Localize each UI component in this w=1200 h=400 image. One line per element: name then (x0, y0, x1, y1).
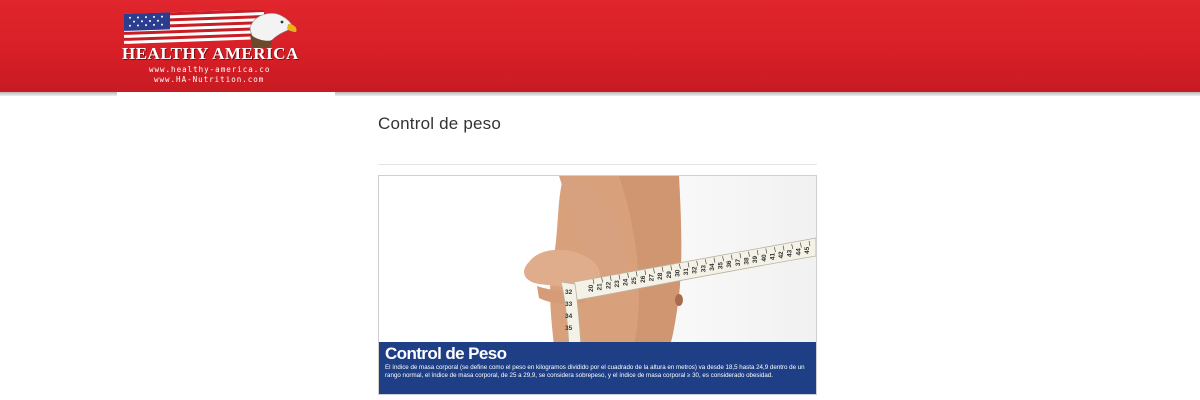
tape-number-24: 24 (623, 278, 630, 286)
tape-number-23: 23 (614, 280, 621, 288)
tape-number-35: 35 (718, 262, 725, 270)
site-header: HEALTHY AMERICA www.healthy-america.co w… (0, 0, 1200, 92)
header-gap (117, 92, 335, 96)
tape-measure-waist-image: 20 21 22 23 24 25 26 27 28 29 30 31 32 33 34 35 36 37 38 39… (524, 176, 816, 346)
tape-number-25: 25 (631, 277, 638, 285)
logo-url-secondary[interactable]: www.HA-Nutrition.com (154, 75, 314, 84)
tape-number-31: 31 (683, 268, 690, 276)
tape-number-37: 37 (735, 259, 742, 267)
tape-hanging-number: 32 (565, 289, 573, 296)
weight-control-banner: 20 21 22 23 24 25 26 27 28 29 30 31 32 33 34 35 36 37 38 39… (378, 175, 817, 395)
tape-number-33: 33 (700, 265, 707, 273)
tape-number-21: 21 (597, 283, 604, 291)
banner-description: El índice de masa corporal (se define co… (385, 364, 805, 380)
tape-number-36: 36 (726, 260, 733, 268)
tape-number-28: 28 (657, 272, 664, 280)
tape-number-39: 39 (752, 256, 759, 264)
tape-number-27: 27 (648, 274, 655, 282)
banner-title: Control de Peso (385, 344, 507, 363)
tape-hanging-number: 33 (565, 301, 573, 308)
tape-number-45: 45 (804, 246, 811, 254)
tape-hanging-number: 35 (565, 325, 573, 332)
tape-number-42: 42 (778, 251, 785, 259)
tape-number-30: 30 (674, 269, 681, 277)
tape-hanging-number: 34 (565, 313, 573, 320)
logo-url-primary[interactable]: www.healthy-america.co (149, 65, 309, 74)
tape-number-40: 40 (761, 254, 768, 262)
tape-number-38: 38 (744, 257, 751, 265)
page-title: Control de peso (378, 114, 502, 133)
logo-text: HEALTHY AMERICA (122, 44, 299, 63)
site-logo[interactable]: HEALTHY AMERICA www.healthy-america.co w… (122, 10, 302, 84)
tape-number-22: 22 (605, 281, 612, 289)
tape-number-44: 44 (795, 248, 802, 256)
tape-number-20: 20 (588, 284, 595, 292)
tape-number-29: 29 (666, 271, 673, 279)
tape-number-32: 32 (692, 266, 699, 274)
banner-caption-panel: Control de Peso El índice de masa corpor… (379, 342, 816, 394)
tape-number-41: 41 (769, 252, 776, 260)
tape-number-43: 43 (787, 249, 794, 257)
tape-number-26: 26 (640, 275, 647, 283)
tape-number-34: 34 (709, 263, 716, 271)
title-divider (378, 164, 817, 165)
